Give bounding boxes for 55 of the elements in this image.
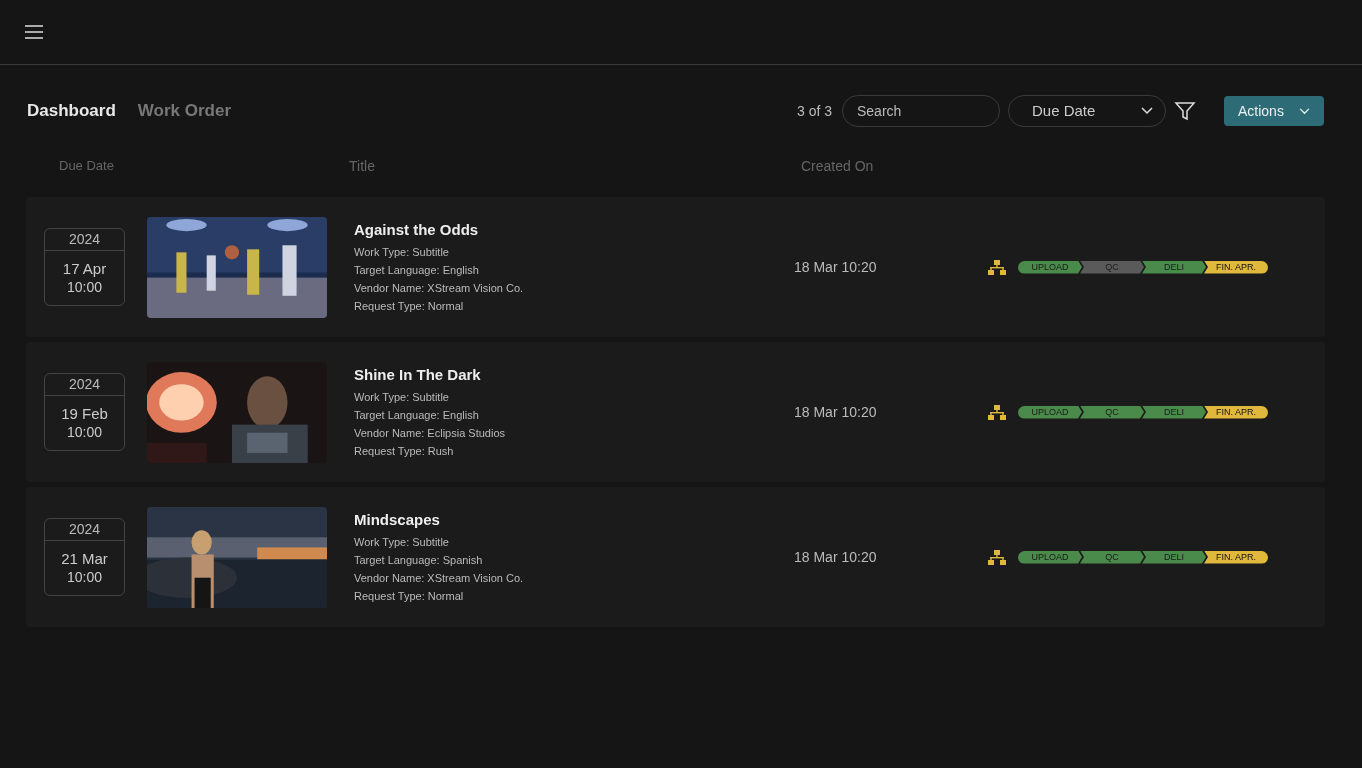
detail-text: Work Type: Subtitle: [354, 245, 450, 261]
filter-icon[interactable]: [1174, 100, 1196, 122]
search-field[interactable]: Search: [842, 95, 1000, 127]
work-order-title: Shine In The Dark: [354, 364, 482, 385]
work-order-card[interactable]: 2024 19 Feb 10:00 Shine In The Dark Work Type: Subtitle Target Language: English Vendor Name: Eclipsia Studios Request Type: Rush 18 Mar 10:20 UPLOAD QC DELI FIN. APR.: [26, 342, 1325, 482]
detail-text: Vendor Name: XStream Vision Co.: [354, 281, 525, 297]
chevron-down-icon: [1299, 107, 1310, 115]
work-order-card[interactable]: 2024 21 Mar 10:00 Mindscapes Work Type: Subtitle Target Language: Spanish Vendor Name: XStream Vision Co. Request Type: Normal 18 Mar 10:20 UPLOAD QC DELI FIN. APR.: [26, 487, 1325, 627]
detail-text: Target Language: English: [354, 263, 480, 279]
created-date: 18 Mar 10:20: [794, 547, 878, 567]
detail-text: Request Type: Normal: [354, 589, 465, 605]
detail-text: Request Type: Rush: [354, 444, 455, 460]
workflow-stage: QC: [1080, 405, 1144, 419]
hierarchy-icon[interactable]: [988, 549, 1006, 565]
workflow-stage: DELI: [1142, 405, 1206, 419]
hierarchy-icon[interactable]: [988, 259, 1006, 275]
menu-icon[interactable]: [24, 24, 44, 40]
workflow-stage: DELI: [1142, 550, 1206, 564]
column-header: Title: [349, 156, 376, 176]
workflow-stage: UPLOAD: [1018, 405, 1082, 419]
detail-text: Vendor Name: Eclipsia Studios: [354, 426, 507, 442]
created-date: 18 Mar 10:20: [794, 402, 878, 422]
date-year: 2024: [68, 230, 101, 249]
date-time: 10:00: [66, 423, 102, 441]
detail-text: Work Type: Subtitle: [354, 390, 450, 406]
date-year: 2024: [68, 375, 101, 394]
workflow-stage: FIN. APR.: [1204, 260, 1268, 274]
actions-button[interactable]: Actions: [1224, 96, 1324, 126]
date-time: 10:00: [66, 568, 102, 586]
work-order-title: Against the Odds: [354, 219, 480, 240]
tab[interactable]: Dashboard: [27, 98, 116, 124]
tab[interactable]: Work Order: [137, 98, 231, 124]
detail-text: Work Type: Subtitle: [354, 535, 450, 551]
detail-text: Vendor Name: XStream Vision Co.: [354, 571, 525, 587]
result-count: 3 of 3: [796, 101, 832, 121]
detail-text: Request Type: Normal: [354, 299, 465, 315]
date-day: 21 Mar: [61, 550, 108, 568]
column-header: Due Date: [59, 157, 115, 176]
work-order-title: Mindscapes: [354, 509, 441, 530]
workflow-stage: FIN. APR.: [1204, 405, 1268, 419]
column-header: Created On: [801, 156, 874, 176]
workflow-stage: UPLOAD: [1018, 260, 1082, 274]
date-day: 19 Feb: [61, 405, 108, 423]
detail-text: Target Language: Spanish: [354, 553, 484, 569]
workflow-stage: QC: [1080, 550, 1144, 564]
date-day: 17 Apr: [62, 260, 107, 278]
detail-text: Target Language: English: [354, 408, 480, 424]
workflow-stage: UPLOAD: [1018, 550, 1082, 564]
date-year: 2024: [68, 520, 101, 539]
workflow-stage: FIN. APR.: [1204, 550, 1268, 564]
hierarchy-icon[interactable]: [988, 404, 1006, 420]
date-time: 10:00: [66, 278, 102, 296]
chevron-down-icon: [1141, 107, 1153, 115]
workflow-stage: DELI: [1142, 260, 1206, 274]
created-date: 18 Mar 10:20: [794, 257, 878, 277]
